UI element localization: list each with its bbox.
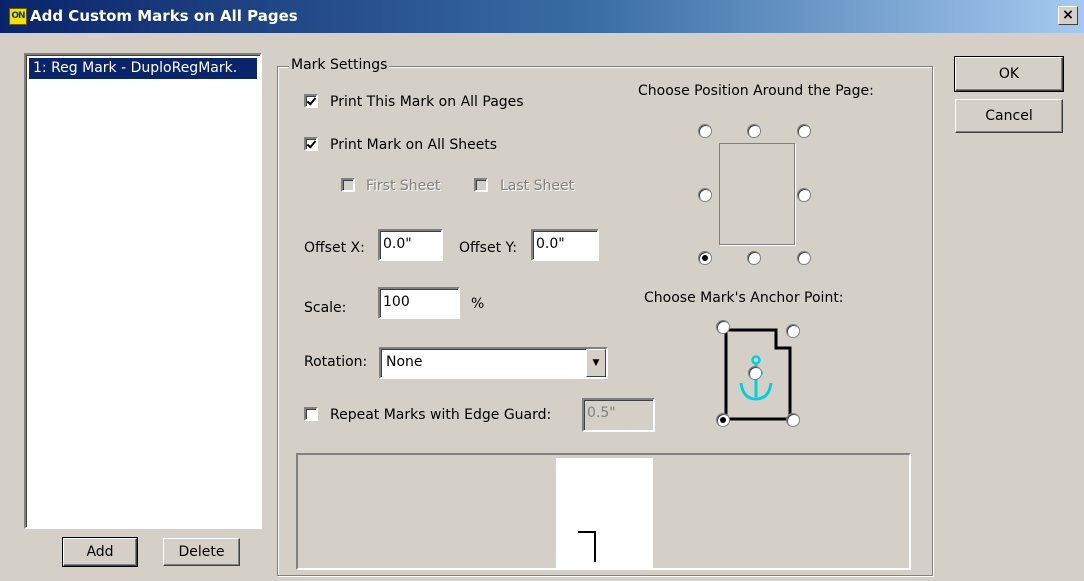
list-item[interactable]: 1: Reg Mark - DuploRegMark.: [29, 58, 257, 79]
page-outline: [719, 143, 795, 245]
preview-page: [556, 458, 653, 570]
offset-x-label: Offset X:: [304, 240, 365, 256]
rotation-value: None: [386, 354, 423, 370]
reg-mark-preview: [578, 531, 596, 562]
marks-list[interactable]: 1: Reg Mark - DuploRegMark.: [24, 53, 262, 529]
rotation-label: Rotation:: [304, 354, 368, 370]
anchor-radio-bottom-left[interactable]: [716, 413, 730, 427]
scale-label: Scale:: [304, 300, 347, 316]
print-all-sheets-checkbox[interactable]: [304, 137, 318, 151]
offset-x-input[interactable]: 0.0": [378, 229, 443, 261]
position-radio-middle-left[interactable]: [698, 188, 712, 202]
title-bar: ON Add Custom Marks on All Pages ×: [0, 0, 1084, 33]
scale-input[interactable]: 100: [378, 287, 460, 319]
first-sheet-checkbox[interactable]: [341, 178, 355, 192]
anchor-radio-bottom-right[interactable]: [786, 413, 800, 427]
position-radio-top-left[interactable]: [698, 124, 712, 138]
ok-button[interactable]: OK: [954, 56, 1064, 92]
print-all-sheets-label: Print Mark on All Sheets: [330, 137, 498, 153]
chevron-down-icon[interactable]: ▼: [586, 349, 606, 377]
repeat-edge-guard-checkbox[interactable]: [304, 407, 318, 421]
position-radio-bottom-left[interactable]: [698, 251, 712, 265]
scale-unit: %: [471, 296, 485, 312]
anchor-radio-top-right[interactable]: [786, 324, 800, 338]
print-all-pages-label: Print This Mark on All Pages: [330, 94, 524, 110]
app-icon: ON: [9, 8, 27, 25]
offset-y-label: Offset Y:: [459, 240, 517, 256]
anchor-label: Choose Mark's Anchor Point:: [644, 290, 844, 306]
delete-button[interactable]: Delete: [163, 538, 240, 566]
position-radio-bottom-center[interactable]: [747, 251, 761, 265]
last-sheet-checkbox[interactable]: [474, 178, 488, 192]
window-title: Add Custom Marks on All Pages: [30, 7, 298, 25]
anchor-radio-top-left[interactable]: [716, 320, 730, 334]
first-sheet-label: First Sheet: [366, 178, 441, 194]
anchor-radio-center[interactable]: [748, 366, 762, 380]
last-sheet-label: Last Sheet: [500, 178, 575, 194]
print-all-pages-checkbox[interactable]: [304, 94, 318, 108]
repeat-edge-guard-label: Repeat Marks with Edge Guard:: [330, 407, 552, 423]
rotation-select[interactable]: None ▼: [379, 347, 608, 379]
position-radio-bottom-right[interactable]: [797, 251, 811, 265]
cancel-button[interactable]: Cancel: [955, 99, 1063, 133]
position-radio-top-right[interactable]: [797, 124, 811, 138]
offset-y-input[interactable]: 0.0": [531, 229, 599, 261]
close-button[interactable]: ×: [1058, 6, 1078, 25]
position-label: Choose Position Around the Page:: [638, 83, 874, 99]
add-button[interactable]: Add: [62, 537, 138, 567]
edge-guard-input[interactable]: 0.5": [582, 398, 655, 432]
position-radio-top-center[interactable]: [747, 124, 761, 138]
mark-settings-legend: Mark Settings: [289, 57, 390, 73]
position-radio-middle-right[interactable]: [797, 188, 811, 202]
